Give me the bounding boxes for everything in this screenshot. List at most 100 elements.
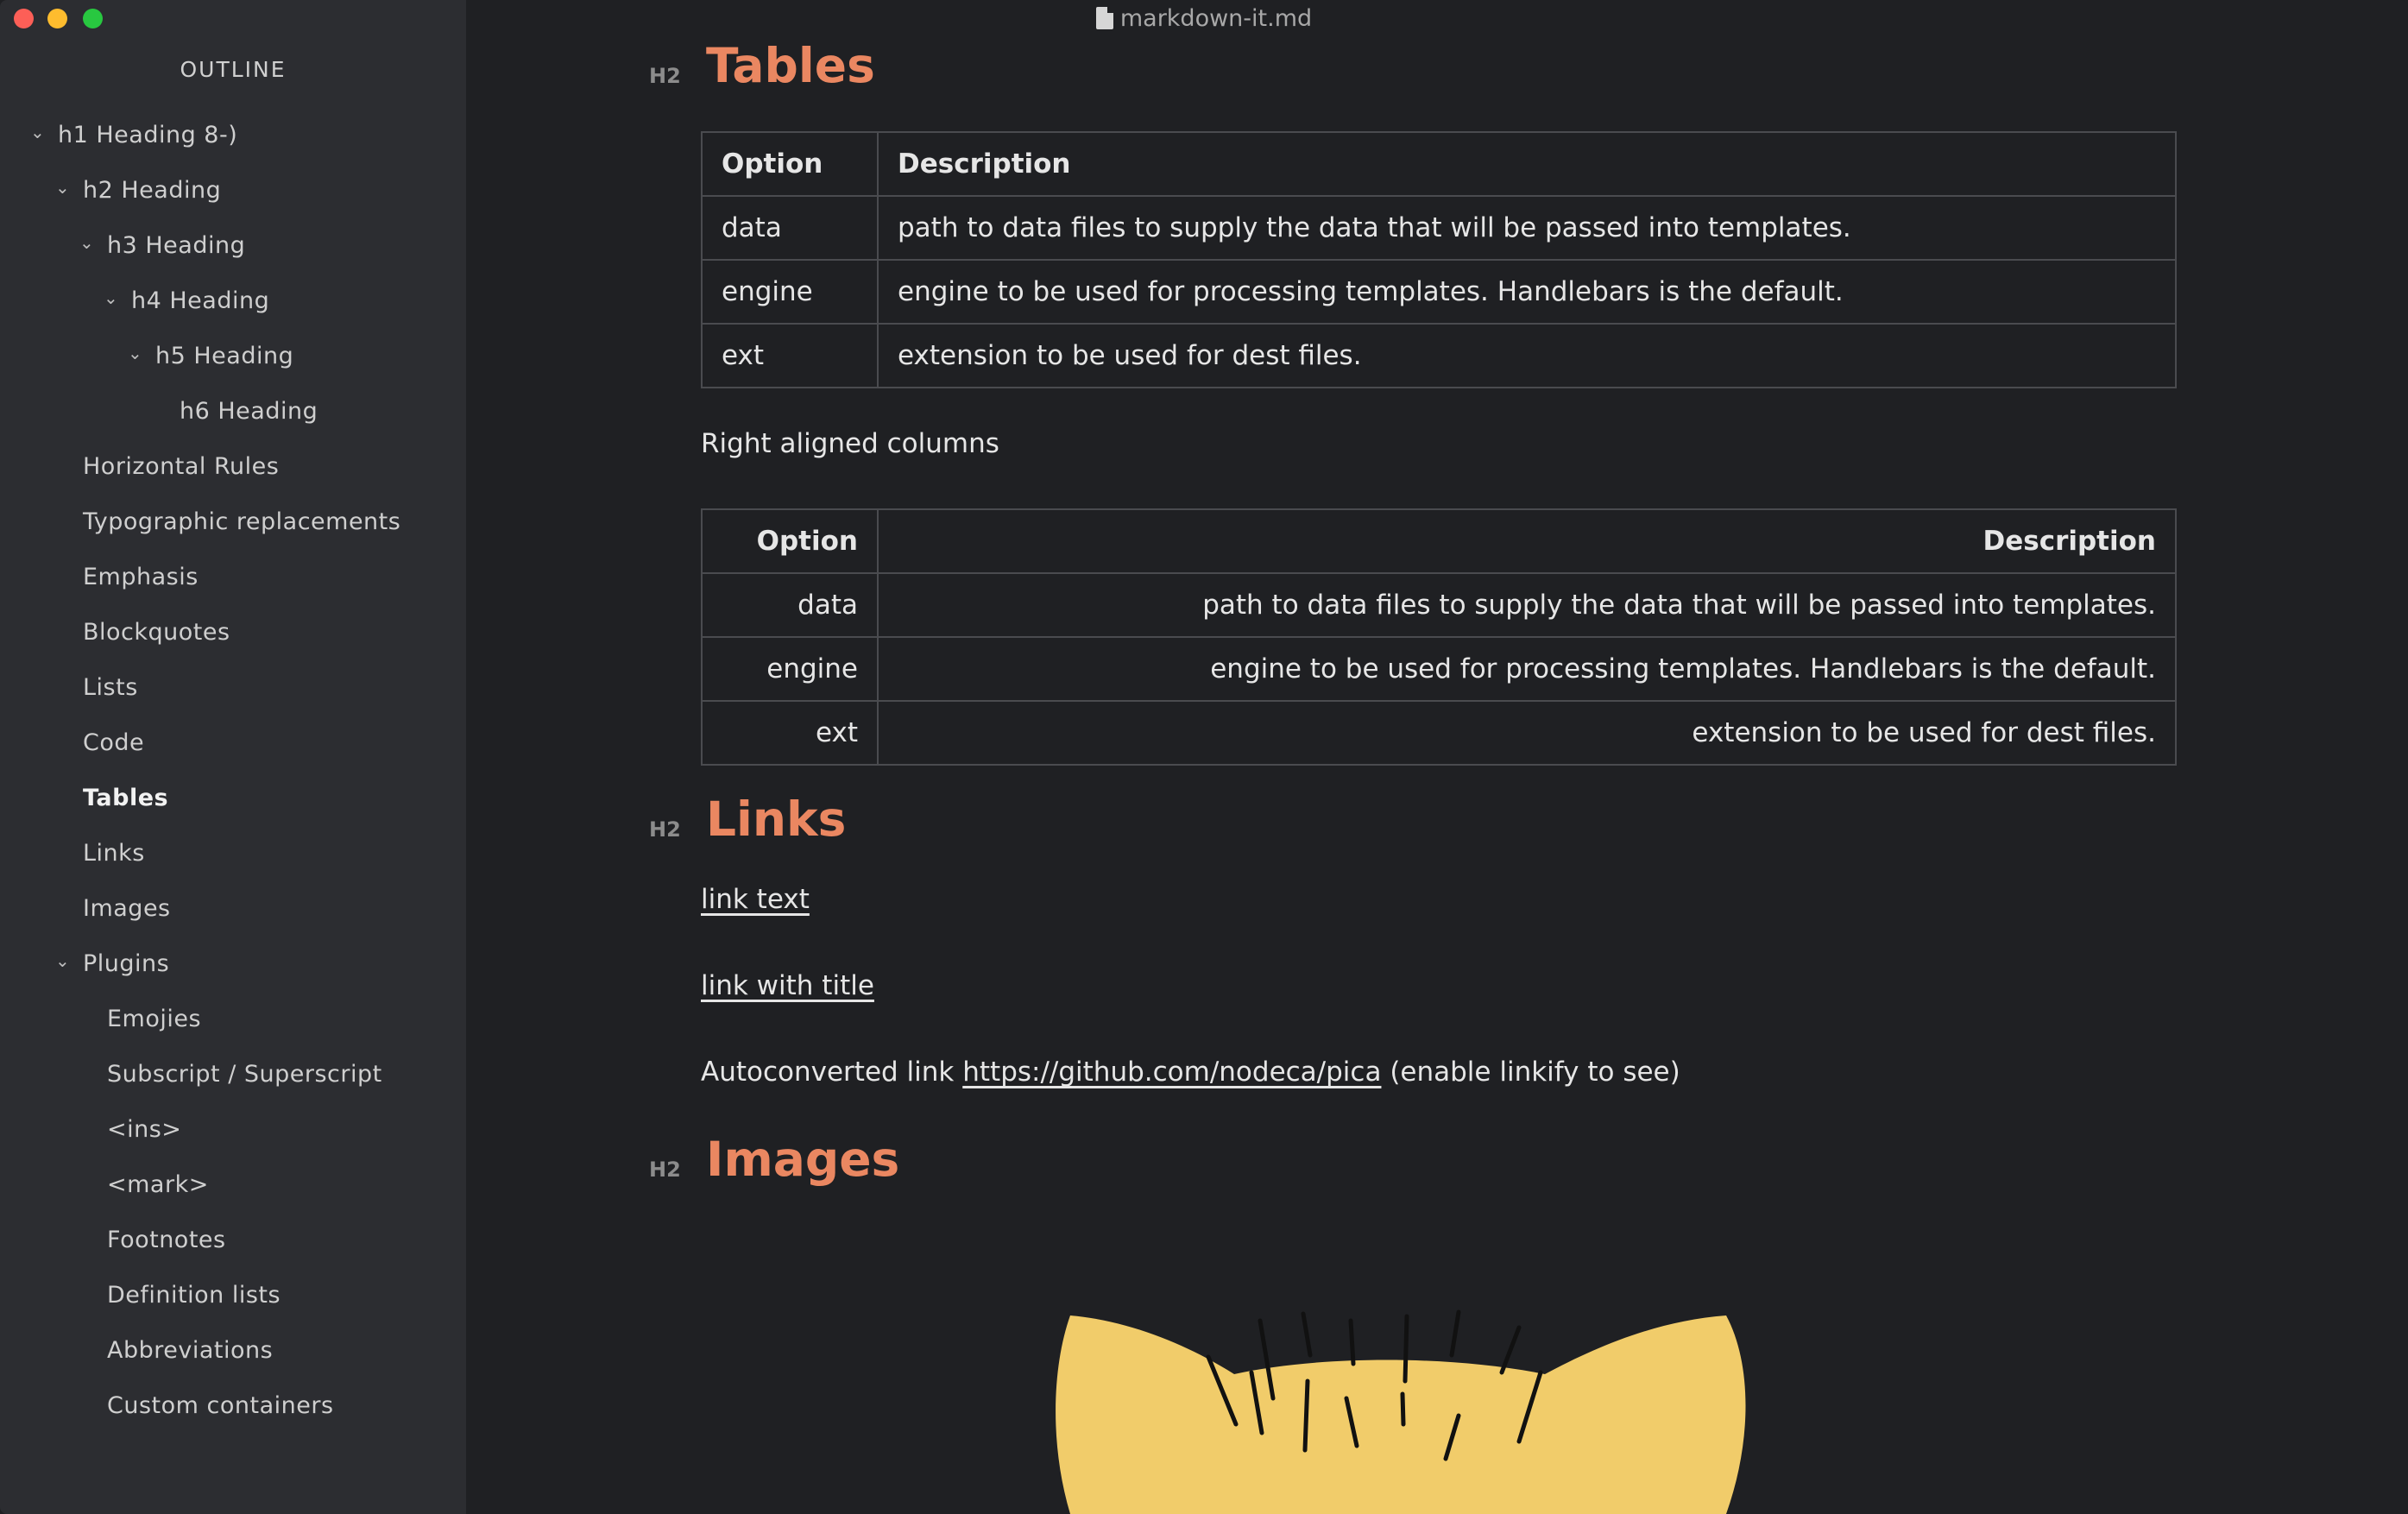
tables-heading: Tables: [706, 38, 875, 93]
outline-item-label: Blockquotes: [83, 619, 230, 646]
table-cell: ext: [701, 323, 879, 388]
outline-item-code[interactable]: Code: [83, 729, 144, 771]
outline-item-emojies[interactable]: Emojies: [107, 1006, 201, 1047]
outline-item-typographic-replacements[interactable]: Typographic replacements: [83, 508, 400, 550]
table-row: engine engine to be used for processing …: [701, 636, 2177, 702]
table-cell: path to data files to supply the data th…: [877, 572, 2177, 638]
outline-item-definition-lists[interactable]: Definition lists: [107, 1282, 281, 1323]
outline-item-links[interactable]: Links: [83, 840, 145, 881]
chevron-down-icon[interactable]: ⌄: [30, 122, 45, 142]
outline-item-label: Emphasis: [83, 564, 199, 590]
autoconverted-link-paragraph: Autoconverted link https://github.com/no…: [701, 1057, 1680, 1088]
outline-item-h2[interactable]: ⌄ h2 Heading: [55, 177, 222, 218]
table-cell: engine: [701, 259, 879, 325]
outline-item-h6[interactable]: h6 Heading: [180, 398, 318, 439]
table-cell: engine to be used for processing templat…: [877, 636, 2177, 702]
autoconverted-suffix: (enable linkify to see): [1381, 1057, 1680, 1088]
link-with-title-paragraph: link with title: [701, 970, 874, 1001]
app-window: markdown-it.md OUTLINE ⌄ h1 Heading 8-) ⌄…: [0, 0, 2408, 1514]
outline-item-label: Plugins: [83, 950, 170, 977]
table-header-row: Option Description: [701, 508, 2177, 574]
table-row: ext extension to be used for dest files.: [701, 700, 2177, 766]
link-with-title[interactable]: link with title: [701, 970, 874, 1001]
cat-head-shape: [1056, 1315, 1746, 1514]
outline-item-abbreviations[interactable]: Abbreviations: [107, 1337, 273, 1378]
table-header-cell: Option: [701, 131, 879, 197]
right-aligned-table: Option Description data path to data fil…: [701, 508, 2177, 766]
outline-item-label: Links: [83, 840, 145, 867]
outline-item-label: Horizontal Rules: [83, 453, 280, 480]
window-title-text: markdown-it.md: [1119, 5, 1313, 32]
outline-item-h4[interactable]: ⌄ h4 Heading: [104, 287, 270, 329]
outline-item-h1[interactable]: ⌄ h1 Heading 8-): [30, 122, 238, 163]
outline-item-label: Custom containers: [107, 1392, 334, 1419]
table-cell: engine: [701, 636, 879, 702]
outline-item-label: Images: [83, 895, 171, 922]
outline-item-label: Typographic replacements: [83, 508, 401, 535]
outline-item-label: <mark>: [107, 1171, 209, 1198]
table-header-row: Option Description: [701, 131, 2177, 197]
autoconverted-prefix: Autoconverted link: [701, 1057, 963, 1088]
link-text-paragraph: link text: [701, 884, 810, 915]
outline-item-label: Footnotes: [107, 1227, 226, 1253]
window-title: markdown-it.md: [0, 5, 2408, 32]
chevron-down-icon[interactable]: ⌄: [55, 950, 70, 971]
table-row: data path to data files to supply the da…: [701, 572, 2177, 638]
outline-item-label: Tables: [83, 785, 169, 811]
outline-item-label: Subscript / Superscript: [107, 1061, 382, 1088]
table-row: engine engine to be used for processing …: [701, 259, 2177, 325]
outline-item-footnotes[interactable]: Footnotes: [107, 1227, 226, 1268]
table-cell: extension to be used for dest files.: [877, 323, 2177, 388]
outline-item-label: h2 Heading: [83, 177, 222, 204]
title-bar: markdown-it.md: [0, 0, 2408, 38]
outline-item-tables[interactable]: Tables: [83, 785, 168, 826]
table-row: ext extension to be used for dest files.: [701, 323, 2177, 388]
outline-item-label: h5 Heading: [155, 343, 294, 369]
outline-title: OUTLINE: [180, 57, 287, 82]
chevron-down-icon[interactable]: ⌄: [104, 287, 118, 308]
table-row: data path to data files to supply the da…: [701, 195, 2177, 261]
table-header-cell: Description: [877, 508, 2177, 574]
outline-item-ins[interactable]: <ins>: [107, 1116, 181, 1158]
table-cell: data: [701, 195, 879, 261]
document-icon: [1095, 7, 1113, 29]
outline-item-label: h4 Heading: [131, 287, 270, 314]
outline-item-label: Abbreviations: [107, 1337, 274, 1364]
outline-item-plugins[interactable]: ⌄ Plugins: [55, 950, 170, 992]
outline-item-label: Definition lists: [107, 1282, 281, 1309]
outline-item-label: <ins>: [107, 1116, 182, 1143]
images-heading: Images: [706, 1132, 900, 1187]
outline-item-images[interactable]: Images: [83, 895, 171, 937]
outline-item-label: Lists: [83, 674, 138, 701]
heading-level-tag: H2: [649, 64, 681, 88]
link-text[interactable]: link text: [701, 884, 810, 915]
outline-item-label: Code: [83, 729, 145, 756]
outline-item-custom-containers[interactable]: Custom containers: [107, 1392, 334, 1434]
outline-item-h3[interactable]: ⌄ h3 Heading: [79, 232, 246, 274]
document-content: H2 Tables Option Description data path t…: [466, 0, 2408, 1514]
outline-item-lists[interactable]: Lists: [83, 674, 138, 716]
outline-item-label: h3 Heading: [107, 232, 246, 259]
chevron-down-icon[interactable]: ⌄: [55, 177, 70, 198]
table-cell: extension to be used for dest files.: [877, 700, 2177, 766]
table-cell: path to data files to supply the data th…: [877, 195, 2177, 261]
table-cell: ext: [701, 700, 879, 766]
chevron-down-icon[interactable]: ⌄: [128, 343, 142, 363]
links-heading: Links: [706, 792, 847, 847]
heading-level-tag: H2: [649, 817, 681, 842]
autoconverted-url-link[interactable]: https://github.com/nodeca/pica: [962, 1057, 1381, 1088]
outline-item-blockquotes[interactable]: Blockquotes: [83, 619, 230, 660]
outline-item-label: h6 Heading: [180, 398, 318, 425]
right-aligned-caption: Right aligned columns: [701, 428, 999, 459]
table-cell: engine to be used for processing templat…: [877, 259, 2177, 325]
outline-item-horizontal-rules[interactable]: Horizontal Rules: [83, 453, 279, 495]
outline-item-mark[interactable]: <mark>: [107, 1171, 209, 1213]
outline-item-subscript-superscript[interactable]: Subscript / Superscript: [107, 1061, 382, 1102]
outline-item-h5[interactable]: ⌄ h5 Heading: [128, 343, 294, 384]
table-header-cell: Option: [701, 508, 879, 574]
chevron-down-icon[interactable]: ⌄: [79, 232, 94, 253]
table-header-cell: Description: [877, 131, 2177, 197]
outline-item-label: h1 Heading 8-): [58, 122, 238, 148]
outline-item-emphasis[interactable]: Emphasis: [83, 564, 199, 605]
outline-sidebar: OUTLINE ⌄ h1 Heading 8-) ⌄ h2 Heading ⌄ h3 …: [0, 0, 466, 1514]
